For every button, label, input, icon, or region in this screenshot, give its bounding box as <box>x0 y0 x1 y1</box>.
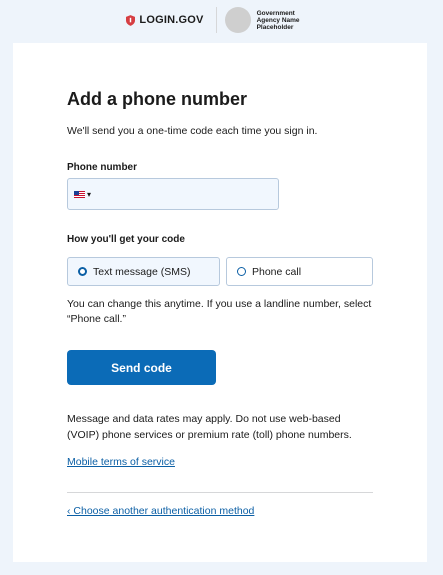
option-phone-call[interactable]: Phone call <box>226 257 373 286</box>
country-dropdown-caret-icon[interactable]: ▾ <box>87 190 91 199</box>
agency-logo-placeholder <box>224 7 251 33</box>
shield-icon <box>126 14 136 26</box>
login-gov-logo[interactable]: LOGIN.GOV <box>126 14 203 26</box>
rates-disclaimer: Message and data rates may apply. Do not… <box>67 413 352 441</box>
us-flag-icon[interactable] <box>74 190 85 198</box>
phone-number-label: Phone number <box>67 162 138 173</box>
mobile-terms-link[interactable]: Mobile terms of service <box>67 456 175 468</box>
header: LOGIN.GOV Government Agency Name Placeho… <box>0 0 443 40</box>
radio-unselected-icon[interactable] <box>237 267 246 276</box>
option-phone-call-label: Phone call <box>252 265 302 278</box>
section-divider <box>67 492 373 493</box>
header-divider <box>215 7 217 33</box>
delivery-hint: You can change this anytime. If you use … <box>67 298 372 325</box>
option-text-message-label: Text message (SMS) <box>93 265 191 278</box>
choose-another-method-link[interactable]: ‹ Choose another authentication method <box>67 505 254 517</box>
delivery-method-label: How you'll get your code <box>67 234 185 245</box>
main-card: Add a phone number We'll send you a one-… <box>13 43 427 562</box>
radio-selected-icon[interactable] <box>78 267 87 276</box>
agency-name: Government Agency Name Placeholder <box>256 9 300 31</box>
send-code-button[interactable]: Send code <box>67 350 216 385</box>
page-title: Add a phone number <box>67 89 247 109</box>
logo-text: LOGIN.GOV <box>139 14 204 26</box>
option-text-message[interactable]: Text message (SMS) <box>67 257 220 286</box>
phone-number-field[interactable]: ▾ <box>67 178 279 210</box>
phone-number-input[interactable] <box>97 188 268 200</box>
intro-text: We'll send you a one-time code each time… <box>67 125 318 137</box>
